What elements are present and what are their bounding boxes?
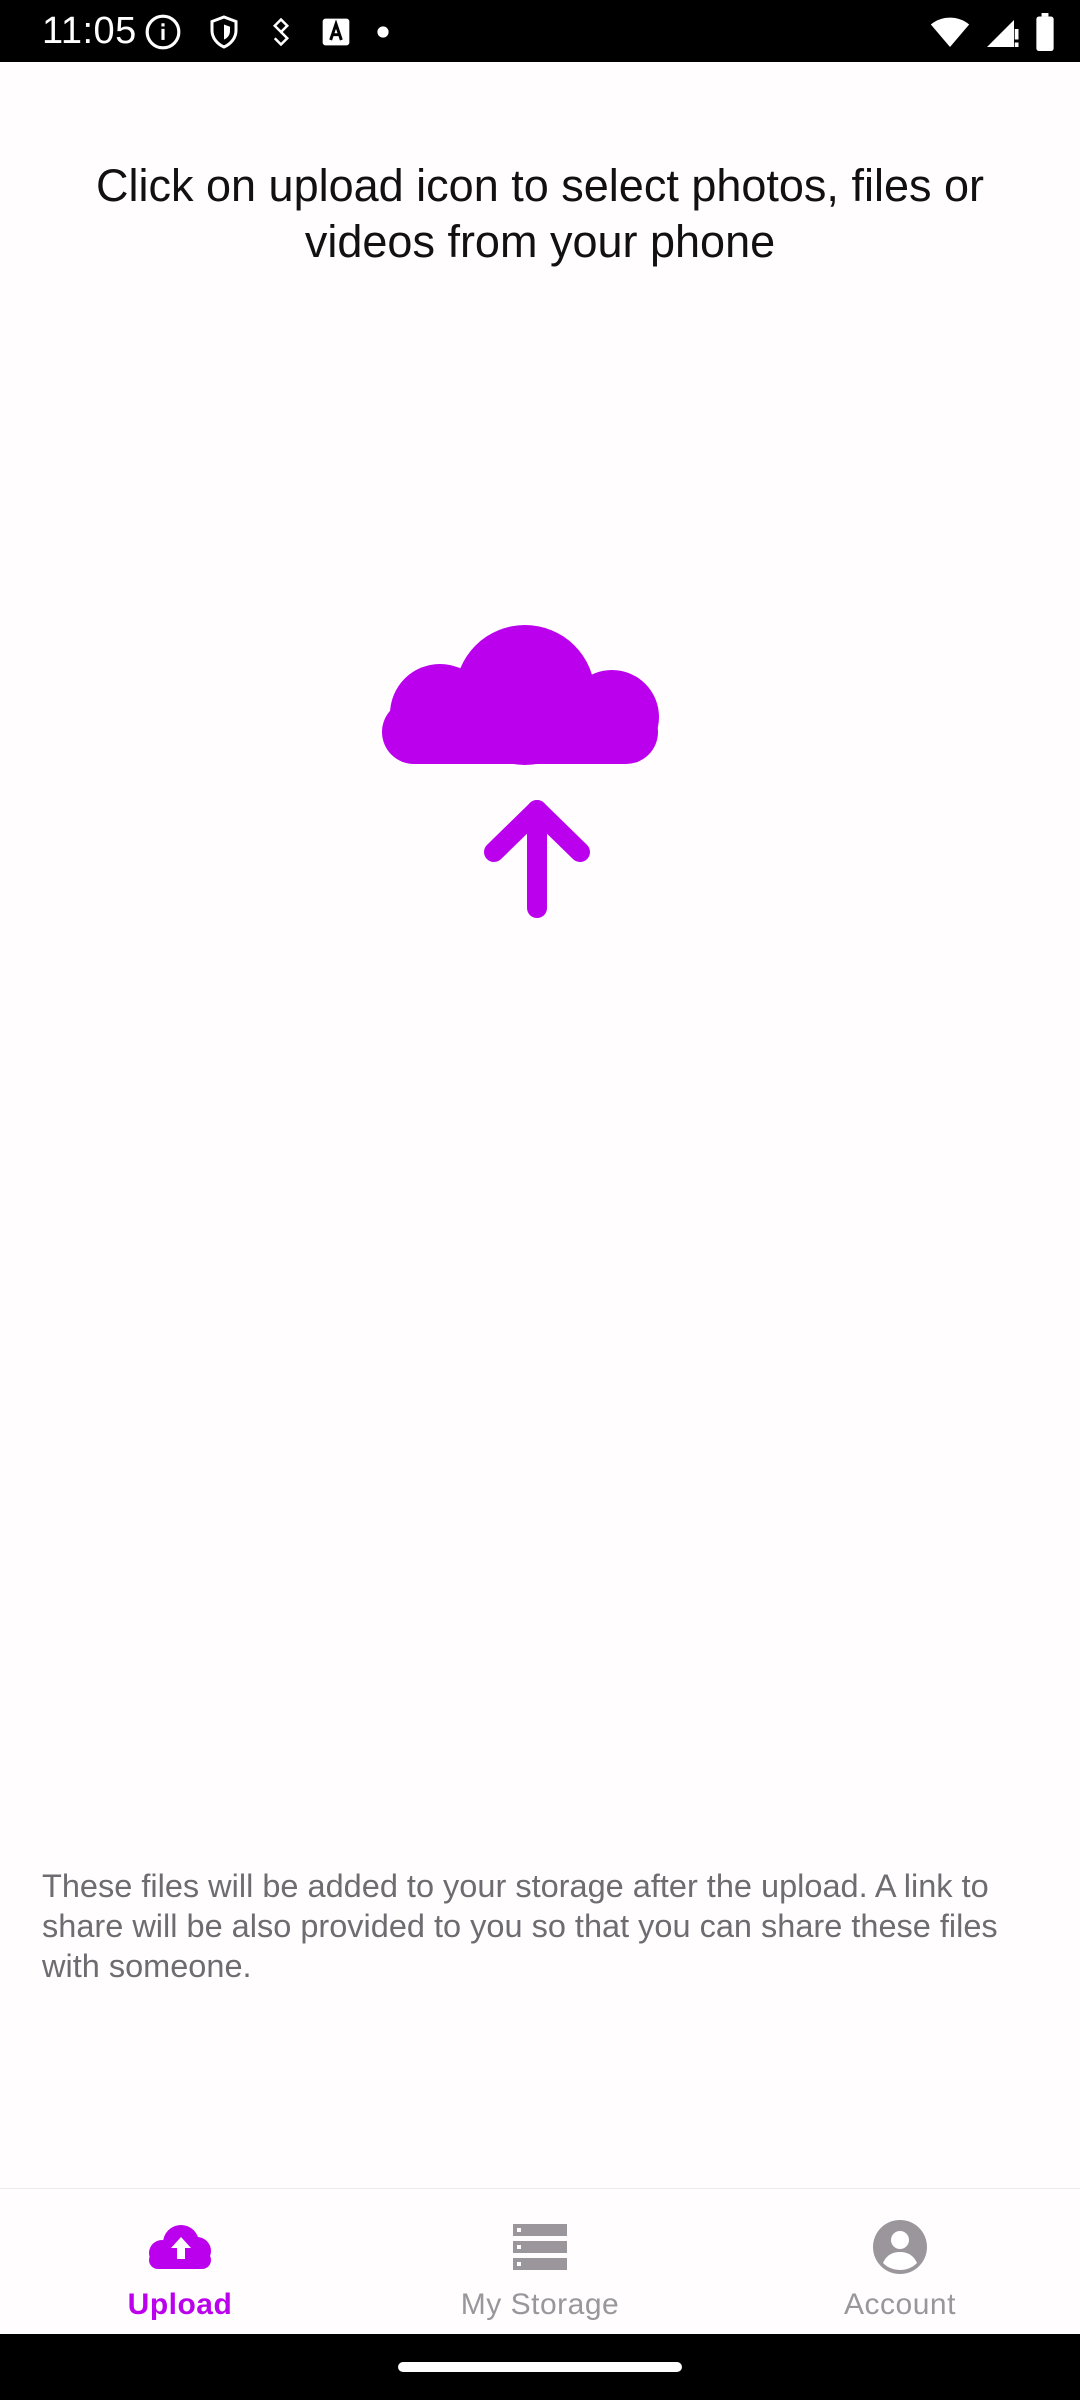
- nav-label-upload: Upload: [127, 2288, 233, 2321]
- nav-label-account: Account: [844, 2288, 956, 2321]
- dot-icon: [376, 25, 390, 39]
- status-icons-left: [144, 12, 414, 52]
- system-navigation-bar: [0, 2334, 1080, 2400]
- upload-screen: 11:05 Click on upload icon to select pho…: [0, 0, 1080, 2400]
- cloud-upload-icon[interactable]: [380, 590, 700, 920]
- wifi-icon: [930, 15, 970, 49]
- storage-icon: [513, 2217, 567, 2277]
- status-icons-right: [916, 12, 1056, 52]
- signal-icon: [984, 15, 1020, 49]
- upload-instruction: Click on upload icon to select photos, f…: [96, 160, 984, 267]
- status-time: 11:05: [42, 10, 137, 52]
- home-gesture-handle[interactable]: [398, 2362, 682, 2372]
- cloud-upload-icon: [147, 2217, 213, 2277]
- keyboard-a-icon: [320, 16, 352, 48]
- nav-item-upload[interactable]: Upload: [0, 2189, 360, 2335]
- bottom-navigation: Upload My Storage Account: [0, 2188, 1080, 2335]
- nav-item-account[interactable]: Account: [720, 2189, 1080, 2335]
- account-icon: [873, 2217, 927, 2277]
- battery-icon: [1034, 13, 1056, 51]
- upload-footnote: These files will be added to your storag…: [42, 1868, 998, 1984]
- nav-label-my-storage: My Storage: [460, 2288, 620, 2321]
- status-bar: 11:05: [0, 0, 1080, 62]
- info-icon: [144, 13, 182, 51]
- stairs-icon: [266, 15, 296, 49]
- shield-icon: [206, 13, 242, 51]
- nav-item-my-storage[interactable]: My Storage: [360, 2189, 720, 2335]
